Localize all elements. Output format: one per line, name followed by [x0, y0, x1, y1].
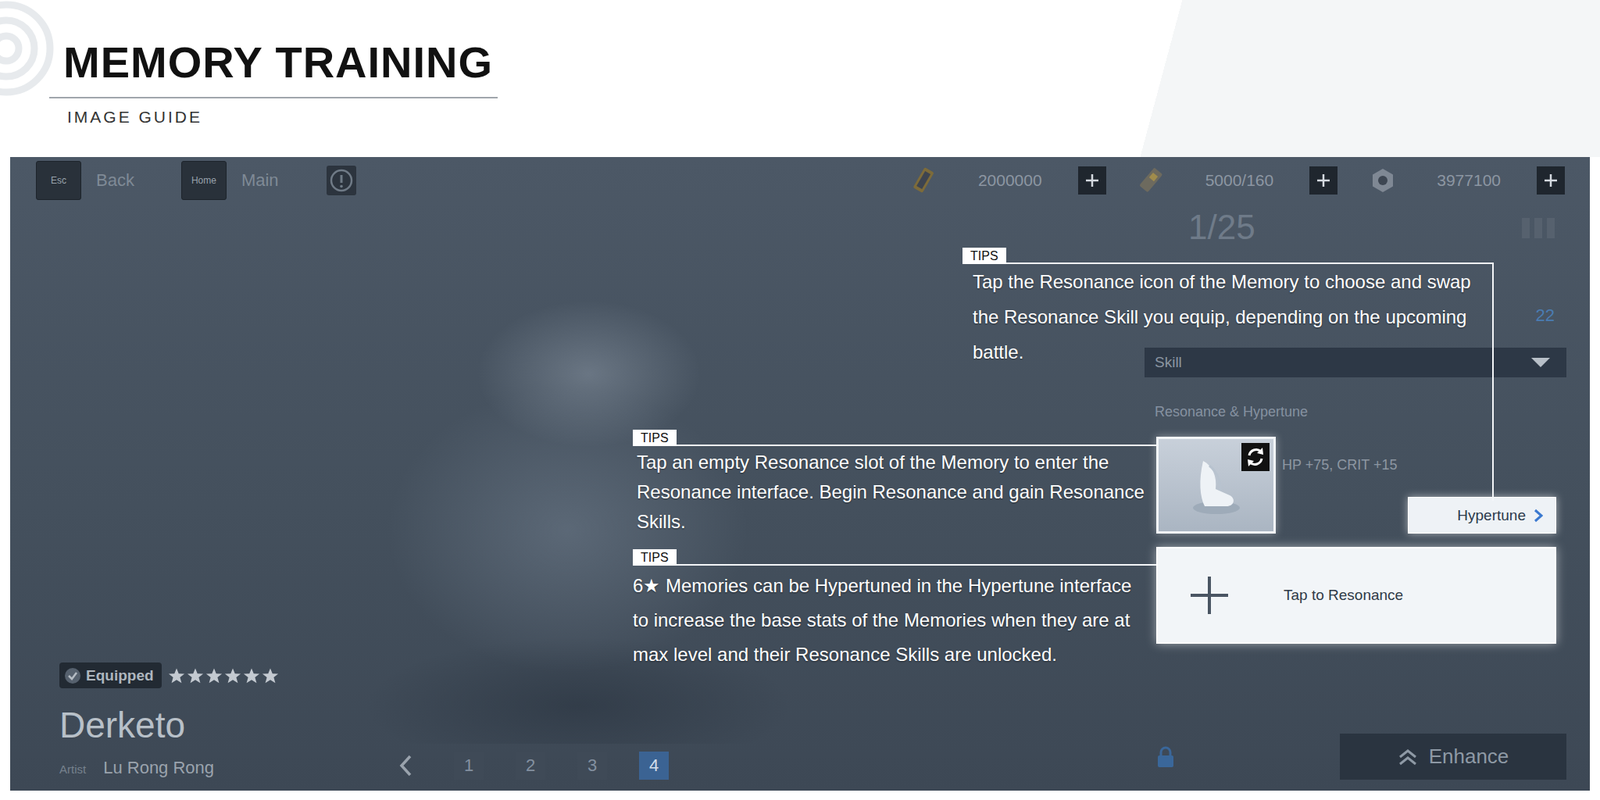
guide-page: MEMORY TRAINING IMAGE GUIDE Esc Back Home Mai… [0, 0, 1600, 800]
resource: 3977100 [1369, 166, 1565, 195]
feather-boot-icon [1181, 450, 1252, 521]
nav-label: Back [96, 170, 135, 191]
resource-bar: 2000000 5000/160 3977100 [910, 166, 1565, 195]
star-icon [167, 667, 186, 685]
resource-value: 5000/160 [1205, 171, 1275, 190]
nav-button[interactable]: Home Main [181, 160, 279, 200]
dropdown-label: Skill [1154, 353, 1183, 372]
screenshot-panel: Esc Back Home Main 2000000 5000/160 3977100 Equ… [10, 157, 1590, 791]
resource: 2000000 [910, 166, 1107, 195]
equipped-badge: Equipped [59, 662, 162, 689]
plus-icon [1187, 573, 1232, 618]
memory-level: 22 [1535, 305, 1555, 326]
tip-connector [1006, 262, 1494, 265]
pager: 1 2 3 4 [312, 751, 1145, 780]
top-bar: Esc Back Home Main 2000000 5000/160 3977100 [10, 157, 1590, 204]
memory-info: Equipped Derketo Artist Lu Rong Rong [57, 203, 313, 780]
signal-watermark-icon [0, 0, 61, 133]
tip-header: TIPS [632, 549, 1157, 566]
tip-connector [676, 444, 1157, 447]
hypertune-label: Hypertune [1457, 507, 1526, 525]
tip-callout: TIPSTap an empty Resonance slot of the M… [632, 429, 1157, 537]
nav-group: Esc Back Home Main [35, 160, 358, 200]
key-cap: Esc [35, 160, 82, 200]
page-button[interactable]: 2 [515, 751, 546, 780]
resonance-skill-row: HP +75, CRIT +15 Hypertune [1144, 436, 1567, 534]
hypertune-button[interactable]: Hypertune [1407, 496, 1557, 534]
add-resource-button[interactable] [1309, 166, 1338, 195]
page-button[interactable]: 1 [453, 751, 484, 780]
title-block: MEMORY TRAINING IMAGE GUIDE [63, 0, 498, 127]
character-art [312, 269, 844, 744]
counter-row: 1/25 [1144, 208, 1567, 247]
tip-header: TIPS [962, 247, 1494, 265]
artist-label: Artist [59, 762, 86, 776]
lock-icon[interactable] [1156, 746, 1175, 768]
page-button[interactable]: 3 [577, 751, 608, 780]
resonance-skill-slot[interactable] [1156, 436, 1276, 534]
artist-row: Artist Lu Rong Rong [59, 757, 313, 779]
enhance-button[interactable]: Enhance [1339, 733, 1567, 780]
skill-stats: HP +75, CRIT +15 [1282, 457, 1397, 474]
double-chevron-up-icon [1397, 747, 1418, 767]
equip-row: Equipped [59, 662, 313, 689]
plus-icon [1543, 173, 1558, 188]
plus-icon [1085, 173, 1100, 188]
tip-label: TIPS [632, 429, 677, 447]
tip-label: TIPS [632, 549, 677, 566]
tip-label: TIPS [962, 247, 1007, 265]
swap-icon [1241, 442, 1270, 472]
add-resource-button[interactable] [1536, 166, 1565, 195]
page-button[interactable]: 4 [639, 751, 669, 780]
nav-button[interactable]: Esc Back [35, 160, 135, 200]
tip-connector [676, 564, 1157, 566]
resource-value: 2000000 [978, 171, 1043, 190]
tip-text: 6★ Memories can be Hypertuned in the Hyp… [632, 568, 1141, 672]
key-cap: Home [181, 160, 227, 200]
add-resource-button[interactable] [1078, 166, 1107, 195]
rarity-stars [167, 667, 279, 685]
star-icon [186, 667, 204, 685]
empty-resonance-slot[interactable]: Tap to Resonance [1156, 546, 1557, 644]
nav-label: Main [241, 170, 279, 191]
resource: 5000/160 [1138, 166, 1339, 195]
chevron-left-icon[interactable] [398, 753, 413, 778]
action-row: Enhance [1144, 733, 1567, 780]
memory-name: Derketo [59, 705, 313, 746]
enhance-label: Enhance [1428, 744, 1510, 769]
stamina-icon [1138, 167, 1165, 194]
tip-text: Tap the Resonance icon of the Memory to … [972, 264, 1489, 370]
swap-button[interactable] [1241, 442, 1270, 472]
guide-subtitle: IMAGE GUIDE [67, 107, 498, 127]
memory-counter: 1/25 [1188, 208, 1256, 247]
coin-icon [1369, 167, 1397, 194]
star-icon [242, 667, 261, 685]
star-icon [205, 667, 223, 685]
plus-icon [1316, 173, 1331, 188]
title-rule [49, 96, 498, 99]
info-icon[interactable] [325, 164, 358, 197]
tip-callout: TIPS 6★ Memories can be Hypertuned in the… [632, 549, 1157, 672]
skill-dropdown[interactable]: Skill [1144, 347, 1567, 378]
section-label: Resonance & Hypertune [1144, 403, 1567, 421]
tip-text: Tap an empty Resonance slot of the Memor… [636, 447, 1145, 537]
star-icon [261, 667, 279, 685]
star-icon [224, 667, 242, 685]
resonance-slot-label: Tap to Resonance [1283, 586, 1404, 604]
tip-callout: TIPSTap the Resonance icon of the Memory… [962, 247, 1494, 370]
tip-header: TIPS [632, 429, 1157, 447]
bars-icon [1520, 214, 1557, 240]
guide-title: MEMORY TRAINING [63, 40, 498, 85]
equipped-icon [63, 666, 83, 686]
resource-value: 3977100 [1436, 171, 1501, 190]
ticket-icon [910, 167, 938, 194]
chevron-right-icon [1533, 508, 1543, 523]
artist-name: Lu Rong Rong [103, 757, 215, 779]
equipped-text: Equipped [85, 667, 154, 685]
guide-header: MEMORY TRAINING IMAGE GUIDE [0, 0, 1600, 158]
caret-down-icon [1530, 357, 1551, 368]
